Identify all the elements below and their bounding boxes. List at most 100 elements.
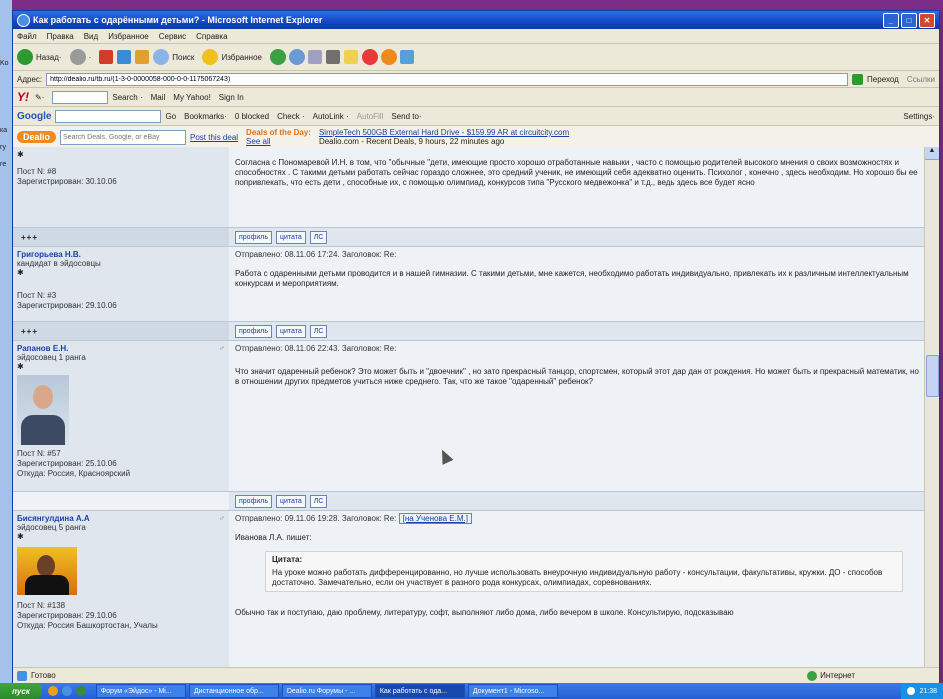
folder-icon[interactable] bbox=[343, 50, 358, 64]
history-icon[interactable] bbox=[288, 49, 305, 65]
menu-file[interactable]: Файл bbox=[17, 32, 37, 41]
send-to-button[interactable]: Send to· bbox=[391, 112, 421, 121]
pencil-icon[interactable]: ✎· bbox=[35, 93, 44, 102]
close-button[interactable]: ✕ bbox=[919, 12, 935, 28]
forward-button[interactable]: · bbox=[69, 49, 91, 65]
title-bar[interactable]: Как работать с одарёнными детьми? - Micr… bbox=[13, 11, 939, 29]
scrollbar-thumb[interactable] bbox=[926, 355, 939, 397]
yahoo-search-input[interactable] bbox=[52, 90, 109, 104]
yahoo-search-button[interactable]: Search · bbox=[112, 93, 142, 102]
sign-in-button[interactable]: Sign In bbox=[219, 93, 244, 102]
clock: 21:38 bbox=[919, 687, 937, 695]
post-deal-link[interactable]: Post this deal bbox=[190, 133, 238, 142]
taskbar-item[interactable]: Форум «Эйдос» - Mi... bbox=[95, 684, 186, 698]
system-tray: 21:38 bbox=[901, 683, 943, 699]
refresh-icon[interactable] bbox=[117, 50, 132, 64]
forum-post: Бисянгулдина А.А эйдосовец 5 ранга ✱ Пос… bbox=[13, 511, 925, 667]
dealio-search-input[interactable] bbox=[60, 129, 187, 145]
maximize-button[interactable]: □ bbox=[901, 12, 917, 28]
search-button[interactable]: Поиск bbox=[153, 49, 194, 65]
menu-view[interactable]: Вид bbox=[84, 32, 98, 41]
media-icon[interactable] bbox=[269, 49, 286, 65]
taskbar-item[interactable]: Dealio.ru Форумы - ... bbox=[281, 684, 372, 698]
menu-favorites[interactable]: Избранное bbox=[108, 32, 149, 41]
address-input[interactable] bbox=[46, 72, 849, 86]
author-name[interactable]: Григорьева Н.В. bbox=[17, 250, 225, 259]
taskbar-item[interactable]: Документ1 - Microso... bbox=[467, 684, 558, 698]
desktop-item[interactable]: re bbox=[0, 161, 12, 168]
post-body-panel: Отправлено: 09.11.06 19:28. Заголовок: R… bbox=[229, 511, 925, 667]
desktop-item[interactable]: ка bbox=[0, 127, 12, 134]
autofill-button[interactable]: AutoFill bbox=[357, 112, 384, 121]
see-all-link[interactable]: See all bbox=[246, 137, 311, 146]
quote-button[interactable]: цитата bbox=[275, 324, 306, 338]
google-search-input[interactable] bbox=[55, 109, 162, 123]
minimize-button[interactable]: _ bbox=[883, 12, 899, 28]
profile-button[interactable]: профиль bbox=[235, 230, 272, 244]
dealio-icon[interactable] bbox=[380, 49, 397, 65]
menu-tools[interactable]: Сервис bbox=[159, 32, 186, 41]
pm-button[interactable]: ЛС bbox=[309, 230, 328, 244]
pm-button[interactable]: ЛС bbox=[309, 494, 328, 508]
registered-date: Зарегистрирован: 30.10.06 bbox=[17, 177, 117, 186]
my-yahoo-button[interactable]: My Yahoo! bbox=[173, 93, 211, 102]
autolink-button[interactable]: AutoLink · bbox=[313, 112, 349, 121]
author-name[interactable]: Рапанов Е.Н. bbox=[17, 344, 225, 353]
stop-icon[interactable] bbox=[99, 50, 114, 64]
post-text: Работа с одаренными детьми проводится и … bbox=[235, 269, 909, 288]
reply-to-link[interactable]: [на Ученова Е.М.] bbox=[398, 513, 472, 524]
post-rating[interactable]: +++ bbox=[13, 228, 229, 246]
spell-check-button[interactable]: Check · bbox=[277, 112, 305, 121]
links-label[interactable]: Ссылки bbox=[907, 75, 935, 84]
go-button[interactable]: Переход bbox=[852, 73, 899, 85]
popup-blocked-button[interactable]: 0 blocked bbox=[235, 112, 269, 121]
home-icon[interactable] bbox=[135, 50, 150, 64]
status-bar: Готово Интернет bbox=[13, 667, 939, 683]
menu-edit[interactable]: Правка bbox=[47, 32, 74, 41]
yahoo-mail-button[interactable]: Mail bbox=[151, 93, 166, 102]
desktop-item[interactable]: гу bbox=[0, 144, 12, 151]
vertical-scrollbar[interactable]: ▲ bbox=[924, 147, 939, 667]
taskbar-item[interactable]: Дистанционное обр... bbox=[188, 684, 279, 698]
star-icon bbox=[202, 49, 219, 65]
post-number: Пост N: #8 bbox=[17, 167, 57, 176]
post-author-panel: Григорьева Н.В. кандидат в эйдосовцы ✱ П… bbox=[13, 247, 229, 321]
post-rating[interactable]: +++ bbox=[13, 322, 229, 340]
language-icon[interactable] bbox=[907, 687, 916, 695]
google-logo[interactable]: Google bbox=[17, 111, 51, 122]
start-button[interactable]: пуск bbox=[0, 683, 42, 699]
pm-button[interactable]: ЛС bbox=[309, 324, 328, 338]
author-rank: эйдосовец 5 ранга bbox=[17, 523, 86, 532]
dealio-logo[interactable]: Dealio bbox=[17, 131, 57, 143]
deals-of-day-label: Deals of the Day: bbox=[246, 128, 311, 137]
ie-quicklaunch-icon[interactable] bbox=[61, 686, 72, 696]
google-go-button[interactable]: Go bbox=[165, 112, 176, 121]
quote-button[interactable]: цитата bbox=[275, 230, 306, 244]
settings-button[interactable]: Settings· bbox=[903, 112, 935, 121]
print-icon[interactable] bbox=[325, 50, 340, 64]
deal-link[interactable]: SimpleTech 500GB External Hard Drive - $… bbox=[319, 128, 569, 137]
desktop-item[interactable]: Ko bbox=[0, 60, 12, 67]
taskbar-item-active[interactable]: Как работать с ода... bbox=[374, 684, 465, 698]
profile-button[interactable]: профиль bbox=[235, 324, 272, 338]
quicklaunch-icon[interactable] bbox=[47, 686, 58, 696]
menu-help[interactable]: Справка bbox=[196, 32, 227, 41]
author-location: Откуда: Россия, Красноярский bbox=[17, 469, 131, 478]
go-arrow-icon bbox=[852, 73, 864, 85]
post-text: Что значит одаренный ребенок? Это может … bbox=[235, 367, 919, 386]
quote-button[interactable]: цитата bbox=[275, 494, 306, 508]
back-button[interactable]: Назад · bbox=[17, 49, 62, 65]
mail-icon[interactable] bbox=[307, 50, 322, 64]
desktop-quicklaunch-icon[interactable] bbox=[75, 686, 86, 696]
yahoo-logo[interactable]: Y! bbox=[17, 90, 29, 104]
gender-icon: ♂ bbox=[219, 344, 225, 353]
author-name[interactable]: Бисянгулдина А.А bbox=[17, 514, 225, 523]
forward-arrow-icon bbox=[69, 49, 86, 65]
bookmarks-button[interactable]: Bookmarks· bbox=[184, 112, 227, 121]
browser-window: Как работать с одарёнными детьми? - Micr… bbox=[12, 10, 940, 684]
scroll-up-arrow-icon[interactable]: ▲ bbox=[925, 147, 939, 160]
profile-button[interactable]: профиль bbox=[235, 494, 272, 508]
favorites-button[interactable]: Избранное bbox=[202, 49, 262, 65]
at-icon[interactable] bbox=[361, 49, 378, 65]
messenger-icon[interactable] bbox=[399, 50, 414, 64]
